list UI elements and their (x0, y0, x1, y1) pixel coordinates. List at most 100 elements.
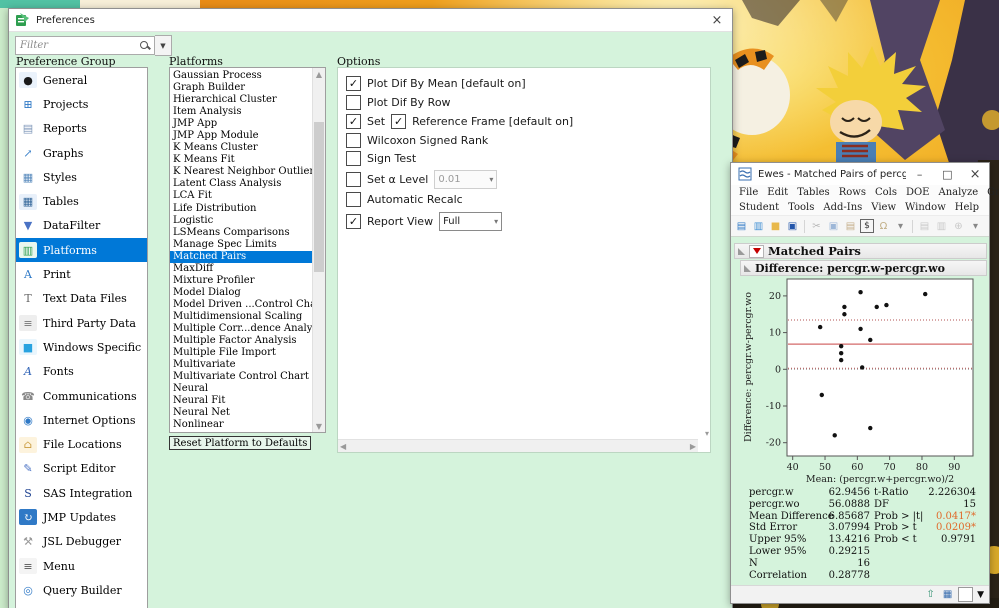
paste-icon[interactable]: ▤ (843, 219, 858, 234)
platform-item[interactable]: Life Distribution (170, 203, 312, 215)
platform-item[interactable]: Mixture Profiler (170, 275, 312, 287)
data-point[interactable] (884, 303, 888, 307)
sidebar-item-fonts[interactable]: AFonts (16, 360, 147, 384)
data-point[interactable] (923, 292, 927, 296)
options-horizontal-scrollbar[interactable]: ◀ ▶ (338, 439, 698, 452)
layout-icon[interactable]: ▤ (917, 219, 932, 234)
menu-edit[interactable]: Edit (767, 187, 788, 198)
sidebar-item-tables[interactable]: ▦Tables (16, 189, 147, 213)
plot-frame[interactable] (787, 279, 973, 456)
data-point[interactable] (860, 365, 864, 369)
platform-item[interactable]: Matched Pairs (170, 251, 312, 263)
red-triangle-menu[interactable] (749, 245, 764, 258)
menu-tools[interactable]: Tools (788, 202, 814, 213)
maximize-button[interactable]: □ (933, 163, 961, 185)
platform-item[interactable]: Multiple Factor Analysis (170, 335, 312, 347)
checkbox[interactable] (346, 95, 361, 110)
sidebar-item-third-party-data[interactable]: ≡Third Party Data (16, 311, 147, 335)
checkbox[interactable] (346, 192, 361, 207)
sidebar-item-jmp-updates[interactable]: ↻JMP Updates (16, 505, 147, 529)
platforms-scrollbar[interactable]: ▲ ▼ (312, 68, 325, 432)
platform-item[interactable]: Manage Spec Limits (170, 239, 312, 251)
scroll-left-icon[interactable]: ◀ (340, 442, 346, 451)
data-point[interactable] (818, 325, 822, 329)
new-journal-icon[interactable]: ▤ (734, 219, 749, 234)
platform-item[interactable]: Nonlinear (170, 419, 312, 431)
checkbox[interactable]: ✓ (391, 114, 406, 129)
platform-item[interactable]: Logistic (170, 215, 312, 227)
sidebar-item-script-editor[interactable]: ✎Script Editor (16, 457, 147, 481)
platform-item[interactable]: JMP App Module (170, 130, 312, 142)
menu-view[interactable]: View (871, 202, 896, 213)
checkbox[interactable] (346, 151, 361, 166)
open-icon[interactable]: ■ (768, 219, 783, 234)
sidebar-item-recode[interactable]: ✎Recode (16, 603, 147, 608)
data-point[interactable] (858, 327, 862, 331)
status-dropdown-icon[interactable]: ▼ (977, 590, 984, 600)
cut-icon[interactable]: ✂ (809, 219, 824, 234)
scroll-right-icon[interactable]: ▶ (690, 442, 696, 451)
data-point[interactable] (820, 393, 824, 397)
platform-item[interactable]: Neural (170, 383, 312, 395)
scroll-to-top-icon[interactable]: ⇧ (924, 588, 937, 601)
platform-item[interactable]: JMP App (170, 118, 312, 130)
platform-item[interactable]: Multivariate Control Chart (170, 371, 312, 383)
sidebar-item-datafilter[interactable]: ▼DataFilter (16, 214, 147, 238)
sidebar-item-graphs[interactable]: ↗Graphs (16, 141, 147, 165)
checkbox[interactable] (346, 172, 361, 187)
data-point[interactable] (839, 351, 843, 355)
annotate-icon[interactable]: ▥ (934, 219, 949, 234)
scroll-down-icon[interactable]: ▼ (313, 420, 325, 432)
option-dropdown[interactable]: 0.01▾ (434, 170, 497, 189)
platform-item[interactable]: Hierarchical Cluster (170, 94, 312, 106)
ewes-titlebar[interactable]: Ewes - Matched Pairs of percg... – □ × (731, 163, 989, 186)
platform-item[interactable]: Model Driven ...Control Chart (170, 299, 312, 311)
platform-item[interactable]: K Means Cluster (170, 142, 312, 154)
platform-item[interactable]: Multidimensional Scaling (170, 311, 312, 323)
data-point[interactable] (842, 312, 846, 316)
filter-dropdown-button[interactable]: ▼ (155, 35, 172, 56)
zoom-tool-icon[interactable]: ⊕ (951, 219, 966, 234)
menu-graph[interactable]: Graph (987, 187, 999, 198)
menu-file[interactable]: File (739, 187, 758, 198)
filter-input[interactable]: Filter (15, 36, 155, 55)
platform-item[interactable]: MaxDiff (170, 263, 312, 275)
sidebar-item-communications[interactable]: ☎Communications (16, 384, 147, 408)
sidebar-item-styles[interactable]: ▦Styles (16, 165, 147, 189)
preferences-titlebar[interactable]: Preferences × (9, 9, 732, 32)
sidebar-item-windows-specific[interactable]: ■Windows Specific (16, 335, 147, 359)
sidebar-item-platforms[interactable]: ▥Platforms (16, 238, 147, 262)
ewes-close-button[interactable]: × (961, 163, 989, 185)
matched-pairs-plot[interactable]: -20-1001020405060708090Mean: (percgr.w+p… (739, 269, 985, 487)
toolbar-overflow2-icon[interactable]: ▾ (968, 219, 983, 234)
sidebar-item-file-locations[interactable]: ⌂File Locations (16, 432, 147, 456)
menu-cols[interactable]: Cols (875, 187, 897, 198)
checkbox[interactable]: ✓ (346, 214, 361, 229)
platforms-scroll-thumb[interactable] (314, 122, 324, 272)
platform-item[interactable]: Neural Net (170, 407, 312, 419)
disclosure-icon[interactable] (738, 248, 745, 255)
preferences-close-button[interactable]: × (702, 9, 732, 31)
data-point[interactable] (868, 426, 872, 430)
data-point[interactable] (842, 305, 846, 309)
menu-analyze[interactable]: Analyze (938, 187, 978, 198)
data-point[interactable] (839, 344, 843, 348)
platform-item[interactable]: LCA Fit (170, 190, 312, 202)
sidebar-item-menu[interactable]: ≡Menu (16, 554, 147, 578)
selection-box[interactable] (958, 587, 973, 602)
reset-platform-button[interactable]: Reset Platform to Defaults (169, 436, 311, 450)
save-icon[interactable]: ▣ (785, 219, 800, 234)
platform-item[interactable]: Item Analysis (170, 106, 312, 118)
menu-student[interactable]: Student (739, 202, 779, 213)
data-point[interactable] (868, 338, 872, 342)
checkbox[interactable]: ✓ (346, 76, 361, 91)
data-point[interactable] (839, 358, 843, 362)
platform-item[interactable]: Latent Class Analysis (170, 178, 312, 190)
platform-item[interactable]: K Nearest Neighbor Outliers (170, 166, 312, 178)
platform-item[interactable]: Multiple Corr...dence Analysis (170, 323, 312, 335)
menu-help[interactable]: Help (955, 202, 979, 213)
sidebar-item-projects[interactable]: ⊞Projects (16, 92, 147, 116)
sidebar-item-jsl-debugger[interactable]: ⚒JSL Debugger (16, 530, 147, 554)
sidebar-item-reports[interactable]: ▤Reports (16, 117, 147, 141)
platform-item[interactable]: K Means Fit (170, 154, 312, 166)
